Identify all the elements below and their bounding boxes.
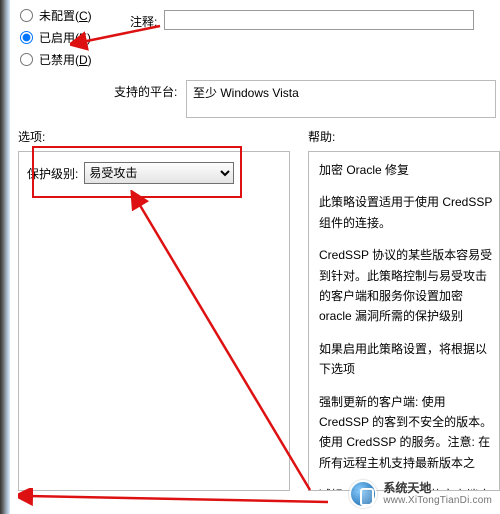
help-column: 帮助: 加密 Oracle 修复 此策略设置适用于使用 CredSSP 组件的连… (308, 128, 500, 491)
radio-disabled[interactable] (20, 53, 33, 66)
help-p6: 减轻: 使用 CredSSP 的客户端应用程序本。但使用 CredSSP 的服务… (319, 485, 493, 491)
protection-level-row: 保护级别: 易受攻击 (27, 162, 281, 184)
protection-level-select[interactable]: 易受攻击 (84, 162, 234, 184)
help-p5: 强制更新的客户端: 使用 CredSSP 的客到不安全的版本。使用 CredSS… (319, 392, 493, 474)
radio-disabled-label: 已禁用(D) (39, 51, 92, 68)
radio-not-configured[interactable] (20, 9, 33, 22)
platform-box: 至少 Windows Vista (186, 80, 496, 118)
policy-editor-panel: 未配置(C) 已启用(E) 已禁用(D) 注释: 支持的平台: 至少 Windo… (12, 0, 500, 491)
help-p3: CredSSP 协议的某些版本容易受到针对。此策略控制与易受攻击的客户端和服务你… (319, 245, 493, 327)
radio-enabled-label: 已启用(E) (39, 29, 91, 46)
platform-label: 支持的平台: (114, 80, 186, 100)
watermark-line2: www.XiTongTianDi.com (383, 495, 492, 506)
note-label: 注释: (130, 10, 164, 30)
note-textarea[interactable] (164, 10, 474, 30)
window-left-edge (0, 0, 10, 514)
help-fieldset: 加密 Oracle 修复 此策略设置适用于使用 CredSSP 组件的连接。 C… (308, 151, 500, 491)
radio-enabled[interactable] (20, 31, 33, 44)
annotation-arrow-bottom (18, 488, 338, 512)
note-row: 注释: (130, 10, 500, 30)
options-column: 选项: 保护级别: 易受攻击 (18, 128, 290, 491)
help-p4: 如果启用此策略设置，将根据以下选项 (319, 339, 493, 380)
help-p1: 加密 Oracle 修复 (319, 160, 493, 180)
help-label: 帮助: (308, 128, 500, 145)
platform-row: 支持的平台: 至少 Windows Vista (114, 80, 500, 118)
help-p2: 此策略设置适用于使用 CredSSP 组件的连接。 (319, 192, 493, 233)
options-label: 选项: (18, 128, 290, 145)
columns: 选项: 保护级别: 易受攻击 帮助: 加密 Oracle 修复 此策略设置适用于… (18, 128, 500, 491)
radio-not-configured-label: 未配置(C) (39, 7, 92, 24)
platform-value: 至少 Windows Vista (193, 86, 299, 100)
options-fieldset: 保护级别: 易受攻击 (18, 151, 290, 491)
protection-level-label: 保护级别: (27, 165, 78, 182)
